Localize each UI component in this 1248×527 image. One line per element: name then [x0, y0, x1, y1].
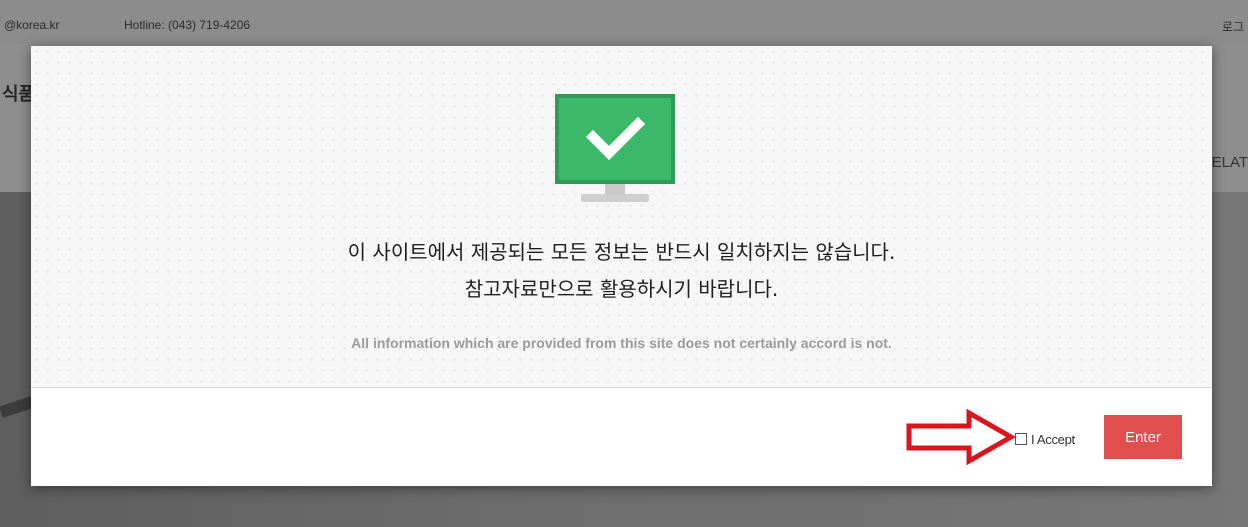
accept-checkbox-group[interactable]: I Accept	[1015, 430, 1075, 448]
disclaimer-line-1: 이 사이트에서 제공되는 모든 정보는 반드시 일치하지는 않습니다.	[347, 240, 896, 264]
monitor-checkmark-icon	[555, 94, 675, 202]
page: @korea.kr Hotline: (043) 719-4206 로그 식품 …	[0, 0, 1248, 527]
site-topbar: @korea.kr Hotline: (043) 719-4206 로그	[0, 0, 1248, 44]
login-link[interactable]: 로그	[1222, 18, 1244, 35]
disclaimer-message-korean: 이 사이트에서 제공되는 모든 정보는 반드시 일치하지는 않습니다. 참고자료…	[31, 234, 1212, 308]
email-text: @korea.kr	[4, 18, 60, 32]
red-arrow-icon	[906, 409, 1017, 465]
modal-body: 이 사이트에서 제공되는 모든 정보는 반드시 일치하지는 않습니다. 참고자료…	[31, 46, 1212, 388]
disclaimer-line-2: 참고자료만으로 활용하시기 바랍니다.	[464, 277, 779, 301]
nav-item-related[interactable]: ELAT	[1212, 154, 1248, 171]
modal-footer: I Accept Enter	[31, 388, 1212, 486]
hotline-text: Hotline: (043) 719-4206	[124, 18, 251, 32]
accept-checkbox[interactable]	[1015, 433, 1027, 445]
enter-button[interactable]: Enter	[1104, 415, 1182, 459]
disclaimer-message-english: All information which are provided from …	[351, 335, 892, 351]
disclaimer-modal: 이 사이트에서 제공되는 모든 정보는 반드시 일치하지는 않습니다. 참고자료…	[31, 46, 1212, 486]
accept-label[interactable]: I Accept	[1031, 432, 1075, 447]
